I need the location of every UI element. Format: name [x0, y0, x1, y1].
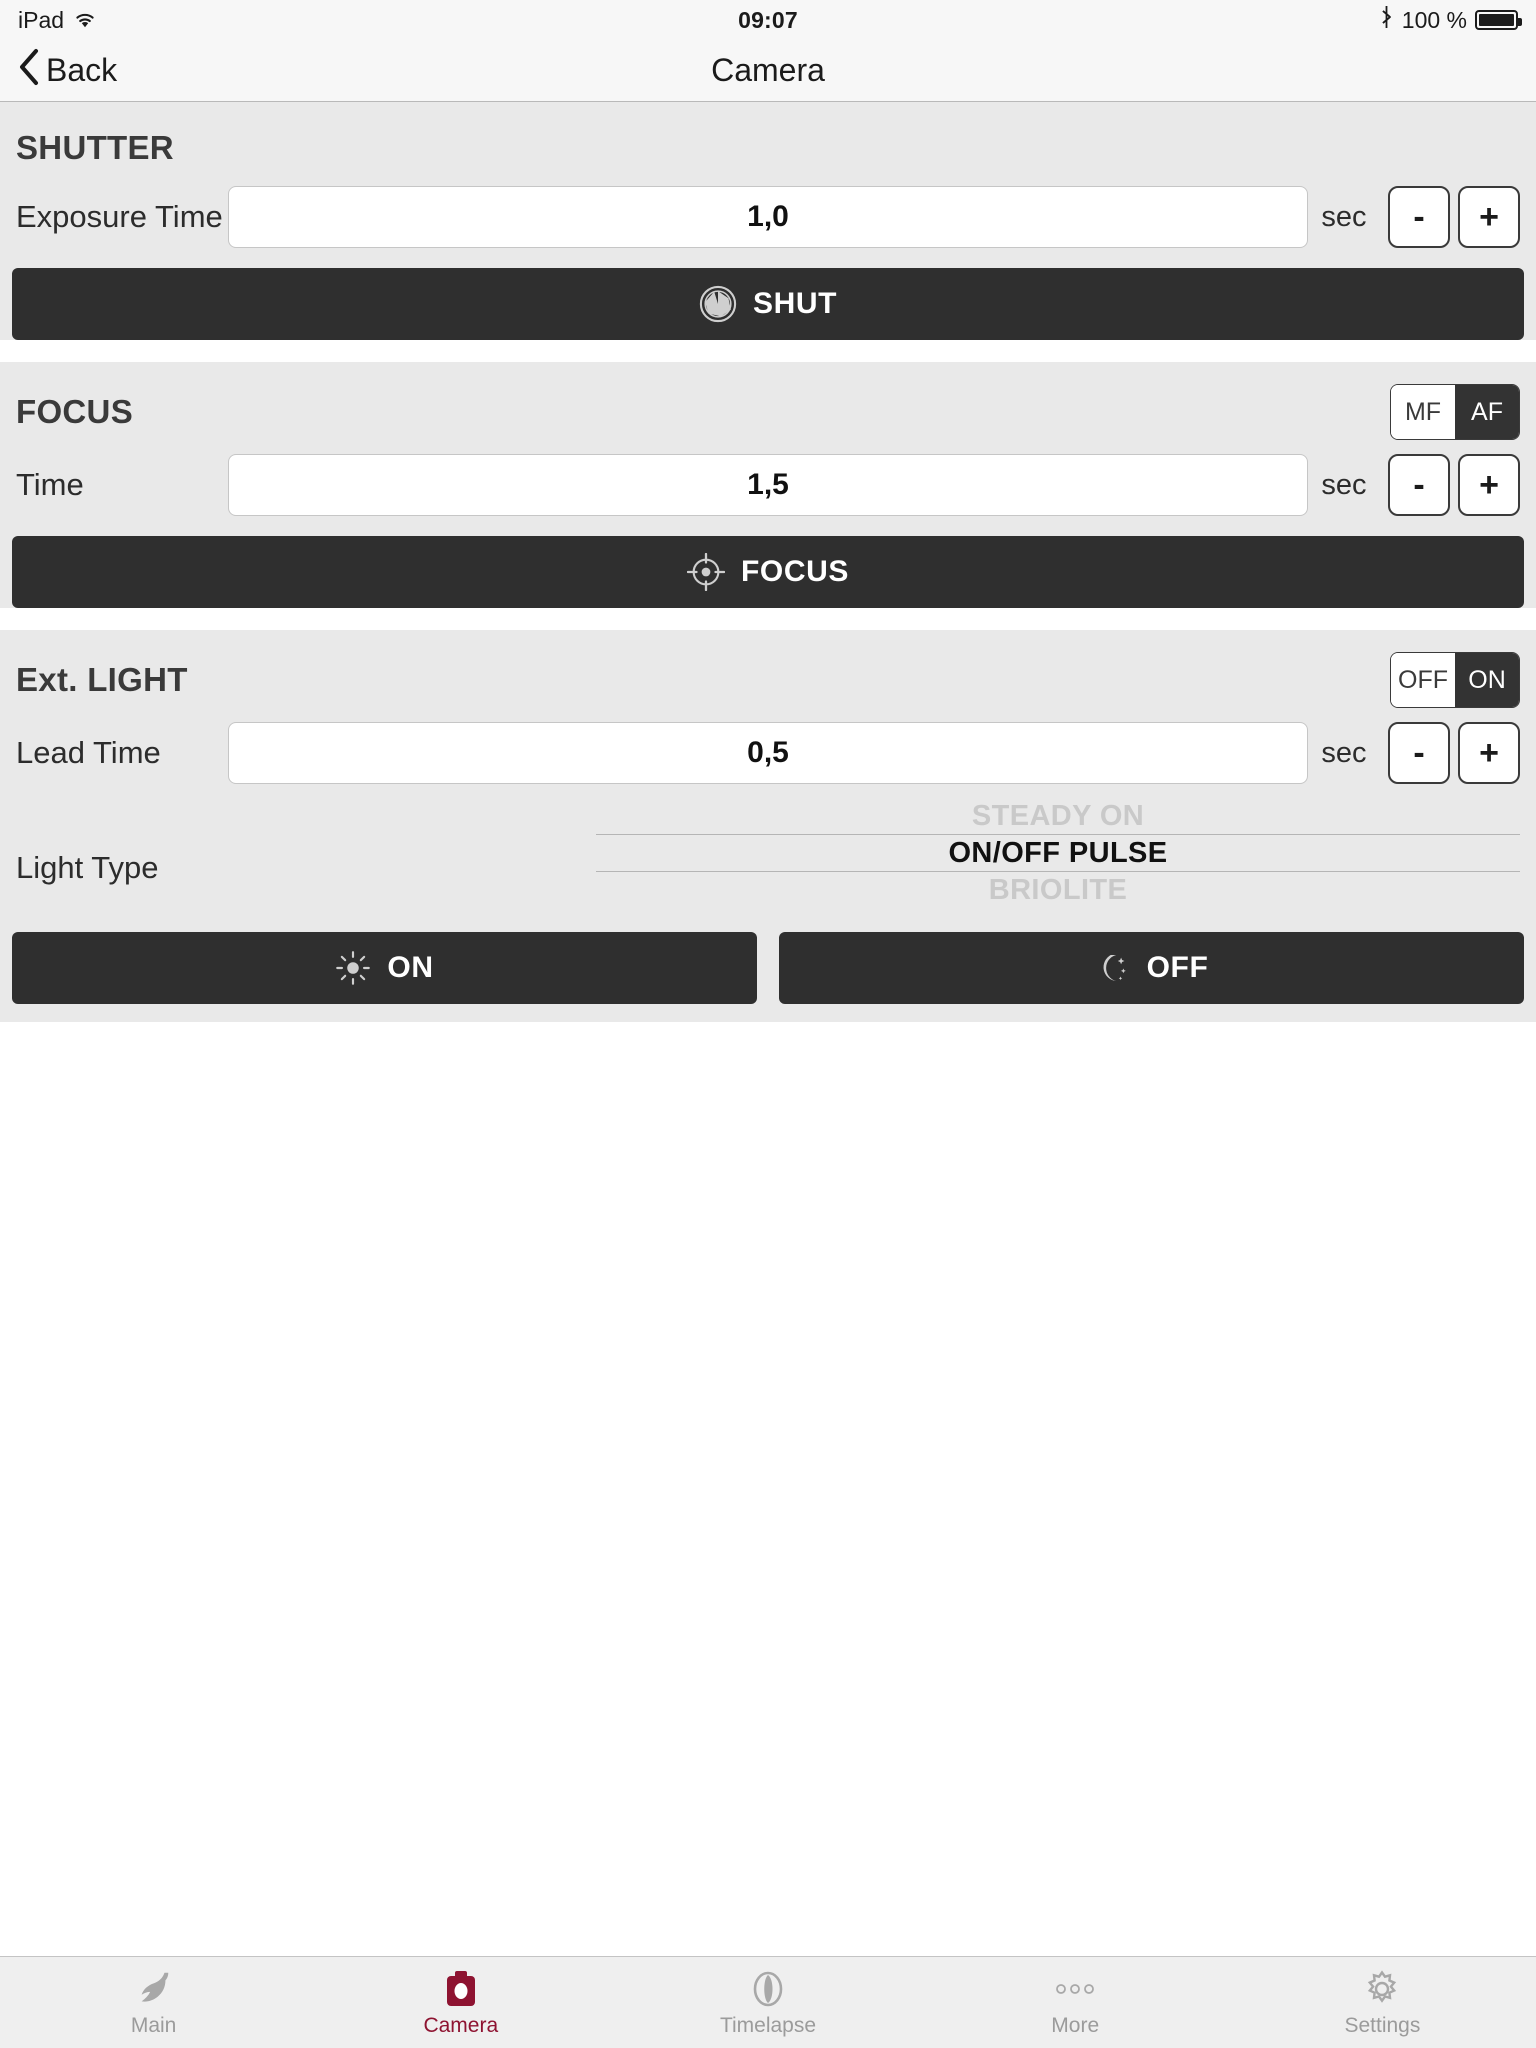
tab-settings[interactable]: Settings: [1229, 1968, 1536, 2038]
focus-mode-segmented-control[interactable]: MF AF: [1390, 384, 1520, 440]
tab-settings-label: Settings: [1344, 2013, 1421, 2037]
focus-mode-mf-option[interactable]: MF: [1391, 385, 1455, 439]
ext-light-title: Ext. LIGHT: [16, 661, 188, 698]
exposure-minus-button[interactable]: -: [1388, 186, 1450, 248]
tab-main[interactable]: Main: [0, 1968, 307, 2038]
tab-more[interactable]: More: [922, 1968, 1229, 2038]
bluetooth-icon: [1379, 5, 1394, 35]
tab-camera[interactable]: Camera: [307, 1968, 614, 2038]
ext-light-on-option[interactable]: ON: [1455, 653, 1519, 707]
tab-timelapse-label: Timelapse: [719, 2013, 817, 2037]
focus-button-label: FOCUS: [741, 555, 849, 588]
light-type-label: Light Type: [16, 850, 159, 885]
focus-plus-button[interactable]: +: [1458, 454, 1520, 516]
light-off-button-label: OFF: [1146, 951, 1209, 984]
camera-icon: [444, 1968, 478, 2010]
shut-button[interactable]: SHUT: [12, 268, 1524, 340]
tab-camera-label: Camera: [423, 2013, 499, 2037]
status-bar-clock: 09:07: [738, 6, 798, 33]
exposure-plus-button[interactable]: +: [1458, 186, 1520, 248]
timelapse-icon: [748, 1968, 788, 2010]
light-type-option-next[interactable]: BRIOLITE: [596, 872, 1520, 908]
lead-time-input[interactable]: 0,5: [228, 722, 1308, 784]
focus-minus-button[interactable]: -: [1388, 454, 1450, 516]
lead-time-unit: sec: [1321, 736, 1367, 769]
light-on-button[interactable]: ON: [12, 932, 757, 1004]
section-shutter: SHUTTER Exposure Time 1,0 sec - + SHUT: [0, 102, 1536, 340]
light-type-option-selected[interactable]: ON/OFF PULSE: [596, 835, 1520, 871]
shut-button-label: SHUT: [752, 287, 838, 320]
focus-mode-af-option[interactable]: AF: [1455, 385, 1519, 439]
focus-time-row: Time 1,5 sec - +: [0, 448, 1536, 526]
ext-light-power-segmented-control[interactable]: OFF ON: [1390, 652, 1520, 708]
light-on-button-label: ON: [387, 951, 434, 984]
app-screen: iPad 09:07 100 % Back Camera SHUTTER Exp…: [0, 0, 1536, 2048]
shutter-title: SHUTTER: [16, 129, 174, 166]
status-bar-right: 100 %: [1379, 5, 1522, 35]
exposure-time-input[interactable]: 1,0: [228, 186, 1308, 248]
focus-title: FOCUS: [16, 393, 133, 430]
section-ext-light: Ext. LIGHT OFF ON Lead Time 0,5 sec - + …: [0, 630, 1536, 1022]
tab-main-label: Main: [130, 2013, 177, 2037]
battery-percent: 100 %: [1401, 6, 1467, 33]
section-divider: [0, 352, 1536, 362]
ext-light-off-option[interactable]: OFF: [1391, 653, 1455, 707]
sun-icon: [335, 950, 371, 986]
exposure-time-label: Exposure Time: [16, 199, 223, 234]
light-type-picker[interactable]: STEADY ON ON/OFF PULSE BRIOLITE: [596, 798, 1520, 908]
section-divider: [0, 620, 1536, 630]
tab-more-label: More: [1051, 2013, 1100, 2037]
ellipsis-icon: [1053, 1968, 1097, 2010]
focus-header: FOCUS MF AF: [0, 362, 1536, 448]
section-focus: FOCUS MF AF Time 1,5 sec - + FOCUS: [0, 362, 1536, 608]
lead-time-minus-button[interactable]: -: [1388, 722, 1450, 784]
focus-time-unit: sec: [1321, 468, 1367, 501]
aperture-icon: [699, 285, 737, 323]
exposure-time-unit: sec: [1321, 200, 1367, 233]
lead-time-plus-button[interactable]: +: [1458, 722, 1520, 784]
lead-time-label: Lead Time: [16, 735, 161, 770]
battery-icon: [1475, 10, 1522, 30]
gear-icon: [1362, 1968, 1402, 2010]
page-title: Camera: [711, 52, 825, 88]
light-type-option-previous[interactable]: STEADY ON: [596, 798, 1520, 834]
tab-bar: Main Camera Timelapse More Settings: [0, 1956, 1536, 2048]
focus-button[interactable]: FOCUS: [12, 536, 1524, 608]
focus-time-input[interactable]: 1,5: [228, 454, 1308, 516]
light-off-button[interactable]: OFF: [779, 932, 1524, 1004]
ext-light-header: Ext. LIGHT OFF ON: [0, 630, 1536, 716]
lead-time-row: Lead Time 0,5 sec - +: [0, 716, 1536, 794]
status-bar: iPad 09:07 100 %: [0, 0, 1536, 40]
light-type-row: Light Type STEADY ON ON/OFF PULSE BRIOLI…: [0, 794, 1536, 922]
tab-timelapse[interactable]: Timelapse: [614, 1968, 921, 2038]
exposure-time-row: Exposure Time 1,0 sec - +: [0, 180, 1536, 258]
shutter-header: SHUTTER: [0, 102, 1536, 180]
moon-stars-icon: [1095, 950, 1131, 986]
bird-icon: [133, 1968, 175, 2010]
light-control-buttons: ON OFF: [0, 922, 1536, 1022]
crosshair-icon: [687, 553, 725, 591]
navigation-bar: Back Camera: [0, 40, 1536, 102]
content-area: SHUTTER Exposure Time 1,0 sec - + SHUT F…: [0, 102, 1536, 1956]
focus-time-label: Time: [16, 467, 84, 502]
